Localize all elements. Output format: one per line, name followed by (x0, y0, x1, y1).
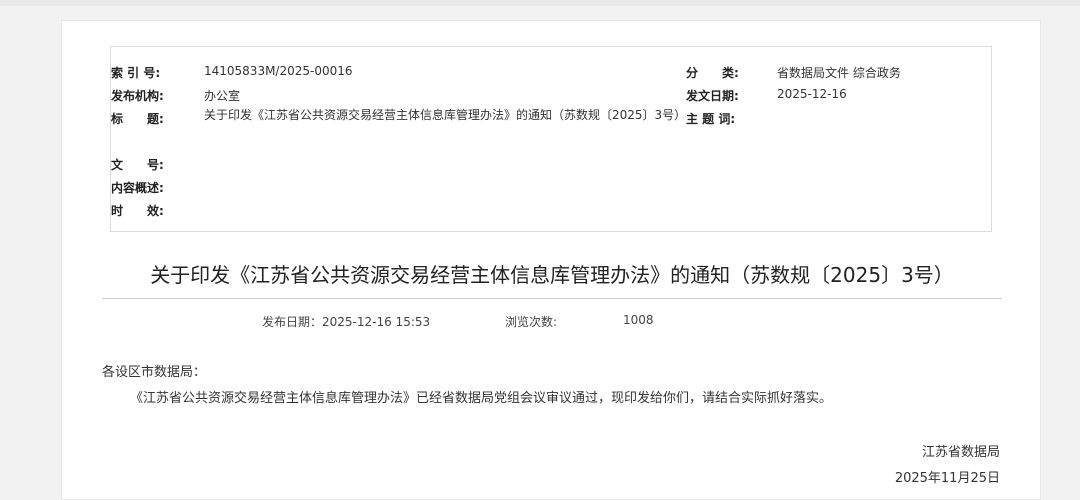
docno-label: 文 号: (111, 158, 164, 172)
issue-date-value: 2025-12-16 (777, 87, 847, 101)
index-label: 索 引 号: (111, 66, 161, 80)
summary-label: 内容概述: (111, 181, 164, 195)
document-page: 索 引 号: 14105833M/2025-00016 分 类: 省数据局文件 … (61, 20, 1041, 500)
publisher-label: 发布机构: (111, 89, 164, 103)
top-strip (0, 0, 1080, 6)
category-label: 分 类: (686, 66, 739, 80)
signature-org: 江苏省数据局 (921, 445, 1000, 460)
publish-date: 发布日期：2025-12-16 15:53 (262, 315, 431, 329)
validity-label: 时 效: (111, 204, 164, 218)
publisher-value: 办公室 (204, 89, 241, 103)
subject-label: 主 题 词: (686, 112, 736, 126)
category-value: 省数据局文件 综合政务 (777, 66, 901, 80)
title-value: 关于印发《江苏省公共资源交易经营主体信息库管理办法》的通知（苏数规〔2025〕3… (204, 108, 687, 122)
metadata-table: 索 引 号: 14105833M/2025-00016 分 类: 省数据局文件 … (110, 46, 992, 232)
salutation: 各设区市数据局： (102, 365, 207, 380)
index-value: 14105833M/2025-00016 (204, 64, 353, 78)
body-paragraph: 《江苏省公共资源交易经营主体信息库管理办法》已经省数据局党组会议审议通过，现印发… (130, 391, 833, 406)
signature-date: 2025年11月25日 (894, 471, 1000, 486)
title-divider (102, 298, 1002, 299)
views-count: 1008 (623, 313, 654, 327)
article-title: 关于印发《江苏省公共资源交易经营主体信息库管理办法》的通知（苏数规〔2025〕3… (150, 263, 954, 287)
title-label: 标 题: (111, 112, 164, 126)
issue-date-label: 发文日期: (686, 89, 739, 103)
views-label: 浏览次数: (505, 315, 558, 329)
